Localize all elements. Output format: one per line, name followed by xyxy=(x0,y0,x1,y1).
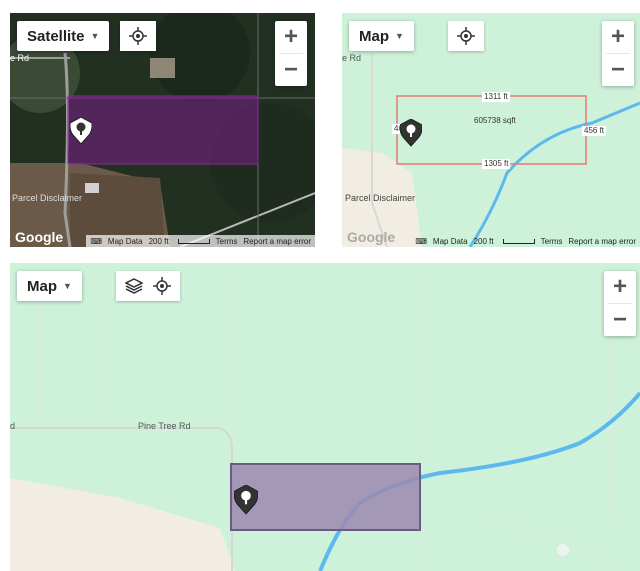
map-toolbar xyxy=(116,271,180,301)
chevron-down-icon: ▼ xyxy=(90,31,100,41)
parcel-overlay xyxy=(230,463,421,531)
report-link[interactable]: Report a map error xyxy=(243,237,311,246)
zoom-in-button[interactable]: + xyxy=(602,21,634,53)
large-map-panel[interactable]: Map ▼ + − d Pine Tree Rd xyxy=(10,263,640,571)
map-type-label: Map xyxy=(27,277,57,295)
map-type-button[interactable]: Map ▼ xyxy=(17,271,82,301)
zoom-control: + − xyxy=(275,21,307,86)
tree-pin-icon[interactable] xyxy=(399,118,423,152)
locate-toolbar xyxy=(120,21,156,51)
satellite-map-panel[interactable]: Satellite ▼ + − e Rd Parcel Disclaimer Go… xyxy=(10,13,315,247)
chevron-down-icon: ▼ xyxy=(395,31,404,41)
zoom-control: + − xyxy=(604,271,636,336)
google-logo: Google xyxy=(347,229,396,245)
map-type-label: Map xyxy=(359,27,389,45)
keyboard-icon[interactable]: ⌨ xyxy=(415,237,427,246)
road-label: e Rd xyxy=(10,53,30,63)
locate-toolbar xyxy=(448,21,484,51)
tree-pin-icon[interactable] xyxy=(69,116,93,150)
terms-link[interactable]: Terms xyxy=(216,237,238,246)
scale-label: 200 ft xyxy=(473,236,494,246)
report-link[interactable]: Report a map error xyxy=(568,237,636,246)
map-footer: ⌨ Map Data 200 ft Terms Report a map err… xyxy=(411,235,640,247)
zoom-out-button[interactable]: − xyxy=(602,54,634,86)
parcel-map-panel[interactable]: Map▼ + − e Rd 1311 ft 1305 ft 468 ft 456… xyxy=(342,13,640,247)
zoom-out-button[interactable]: − xyxy=(275,54,307,86)
map-data-link[interactable]: Map Data xyxy=(433,237,468,246)
map-type-button[interactable]: Satellite ▼ xyxy=(17,21,110,51)
map-type-button[interactable]: Map ▼ xyxy=(349,21,414,51)
scale-bar xyxy=(502,238,535,244)
terms-link[interactable]: Terms xyxy=(541,237,563,246)
zoom-out-button[interactable]: − xyxy=(604,304,636,336)
road-label: Pine Tree Rd xyxy=(138,421,191,431)
layers-icon[interactable] xyxy=(125,277,143,295)
map-type-label: Satellite xyxy=(27,27,85,45)
dimension-right: 456 ft xyxy=(582,126,607,136)
parcel-overlay xyxy=(67,95,259,165)
google-logo: Google xyxy=(15,229,64,245)
parcel-area: 605738 sqft xyxy=(474,116,516,125)
map-data-link[interactable]: Map Data xyxy=(108,237,143,246)
crosshair-icon[interactable] xyxy=(457,27,475,45)
map-footer: ⌨ Map Data 200 ft Terms Report a map err… xyxy=(86,235,315,247)
crosshair-icon[interactable] xyxy=(153,277,171,295)
zoom-in-button[interactable]: + xyxy=(275,21,307,53)
map-tiles xyxy=(10,263,640,571)
road-label-left: d xyxy=(10,421,16,431)
keyboard-icon[interactable]: ⌨ xyxy=(90,237,102,246)
dimension-top: 1311 ft xyxy=(482,92,510,102)
tree-pin-icon[interactable] xyxy=(233,484,259,520)
parcel-disclaimer: Parcel Disclaimer xyxy=(345,193,416,203)
zoom-in-button[interactable]: + xyxy=(604,271,636,303)
dimension-bottom: 1305 ft xyxy=(482,159,511,169)
parcel-disclaimer: Parcel Disclaimer xyxy=(12,193,83,203)
zoom-control: + − xyxy=(602,21,634,86)
crosshair-icon[interactable] xyxy=(129,27,147,45)
chevron-down-icon: ▼ xyxy=(63,281,72,291)
scale-bar xyxy=(177,238,210,244)
scale-label: 200 ft xyxy=(148,236,169,246)
road-label: e Rd xyxy=(342,53,362,63)
